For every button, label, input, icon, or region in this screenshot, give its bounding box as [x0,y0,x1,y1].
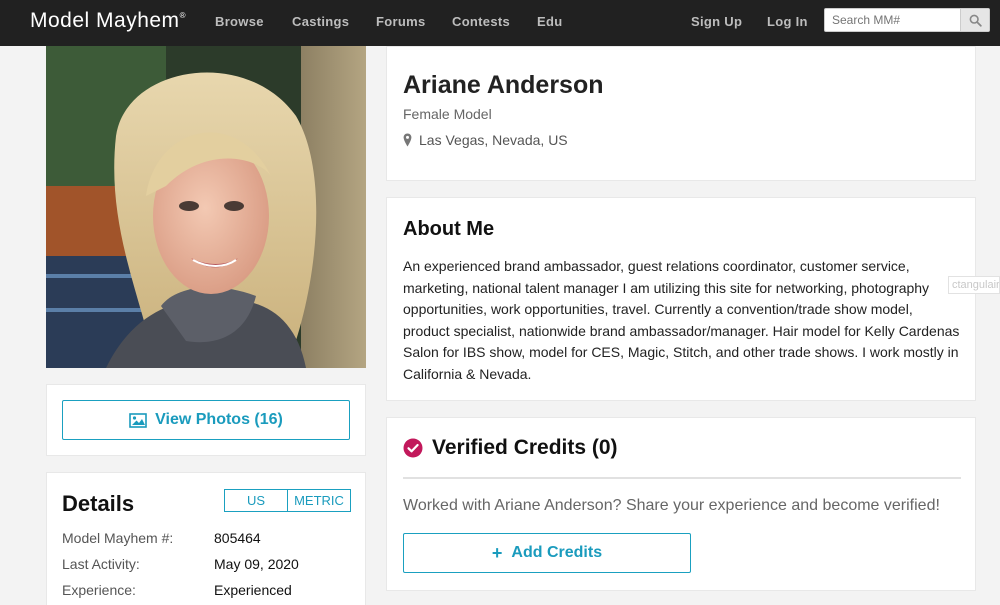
details-card: Details US METRIC Model Mayhem #: 805464… [46,472,366,605]
site-logo-text[interactable]: Model Mayhem [30,9,180,32]
nav-edu[interactable]: Edu [537,14,562,29]
profile-role: Female Model [403,106,492,122]
about-title: About Me [403,218,495,240]
verified-check-icon [403,438,423,458]
detail-value: 805464 [214,530,261,546]
unit-toggle: US METRIC [224,489,351,512]
about-text: An experienced brand ambassador, guest r… [403,258,960,382]
unit-metric-button[interactable]: METRIC [288,490,350,511]
profile-location: Las Vegas, Nevada, US [403,132,568,148]
view-photos-card: View Photos (16) [46,384,366,456]
search-box [824,8,990,32]
details-title: Details [62,491,135,516]
view-photos-label: View Photos (16) [155,411,283,428]
site-logo[interactable]: Model Mayhem® [30,9,186,33]
registered-mark: ® [179,11,186,20]
image-icon [129,412,147,428]
detail-label: Experience: [62,582,136,598]
plus-icon: + [491,542,503,563]
add-credits-button[interactable]: + Add Credits [403,533,691,573]
log-in-link[interactable]: Log In [767,14,808,29]
search-icon [969,14,982,27]
search-input[interactable] [825,9,961,31]
detail-value: May 09, 2020 [214,556,299,572]
map-pin-icon [403,133,412,147]
detail-label: Last Activity: [62,556,140,572]
profile-header-card: Ariane Anderson Female Model Las Vegas, … [386,46,976,181]
unit-us-button[interactable]: US [225,490,288,511]
detail-value: Experienced [214,582,292,598]
nav-castings[interactable]: Castings [292,14,349,29]
sign-up-link[interactable]: Sign Up [691,14,742,29]
credits-title-text: Verified Credits (0) [432,436,618,459]
credits-title: Verified Credits (0) [403,436,618,460]
nav-browse[interactable]: Browse [215,14,264,29]
add-credits-label: Add Credits [511,544,603,561]
divider [403,477,961,479]
view-photos-button[interactable]: View Photos (16) [62,400,350,440]
nav-contests[interactable]: Contests [452,14,510,29]
nav-forums[interactable]: Forums [376,14,425,29]
profile-name: Ariane Anderson [403,71,604,99]
top-navbar: Model Mayhem® Browse Castings Forums Con… [0,0,1000,46]
about-card: About Me An experienced brand ambassador… [386,197,976,401]
detail-label: Model Mayhem #: [62,530,174,546]
location-text: Las Vegas, Nevada, US [419,132,568,148]
clipped-overlay-text: ctangulair [948,276,1000,294]
verified-credits-card: Verified Credits (0) Worked with Ariane … [386,417,976,591]
search-button[interactable] [960,9,989,31]
profile-photo[interactable] [46,46,366,368]
credits-prompt: Worked with Ariane Anderson? Share your … [403,497,940,514]
